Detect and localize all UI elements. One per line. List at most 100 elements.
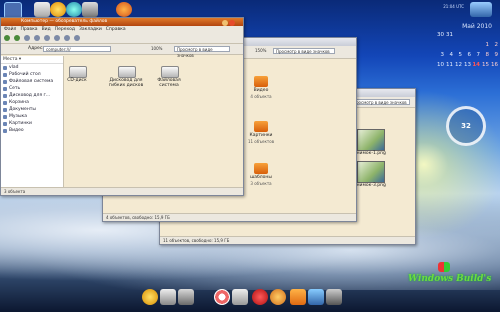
folder-icon[interactable] [254,121,268,132]
menu-item[interactable]: Файл [4,27,16,32]
status-bar: 3 объекта [1,187,243,195]
folder-icon[interactable] [290,289,306,305]
back-icon[interactable] [4,35,10,41]
calendar-day[interactable]: 2 [489,40,499,50]
folder-icon[interactable] [254,163,268,174]
firefox-icon[interactable] [116,2,132,17]
calendar-day[interactable]: 9 [489,50,499,60]
place-icon [3,72,7,77]
zoom-level[interactable]: 150% [253,48,267,54]
calendar-day[interactable]: 3 [435,50,445,60]
address-input[interactable]: computer:/// [43,46,111,52]
mail-icon[interactable] [308,289,324,305]
menu-item[interactable]: Справка [106,27,126,32]
place-icon [3,93,7,98]
calendar-day[interactable]: 31 [444,30,453,40]
sidebar-item-label: Музыка [9,114,27,119]
stop-icon[interactable] [34,35,40,41]
harddisk-icon[interactable] [161,66,179,78]
search-icon[interactable] [74,35,80,41]
folder-count: 4 объекта [250,94,272,99]
calendar-day[interactable] [435,40,444,50]
calendar-day[interactable] [480,30,489,40]
sidebar-item[interactable]: Картинки [1,120,63,127]
calendar-day[interactable] [453,40,462,50]
sidebar-item[interactable]: Корзина [1,99,63,106]
calendar-day[interactable]: 13 [462,60,471,70]
minimize-icon[interactable] [222,20,228,26]
dock [130,286,380,310]
sidebar-item[interactable]: Дисковод для г... [1,92,63,99]
zoom-level[interactable]: 100% [149,46,165,52]
star-icon[interactable] [142,289,158,305]
calendar-day[interactable]: 5 [453,50,463,60]
terminal-icon[interactable] [232,289,248,305]
calendar-day[interactable]: 8 [480,50,490,60]
calendar-day[interactable] [471,30,480,40]
calendar-day[interactable]: 10 [435,60,444,70]
window-computer[interactable]: Компьютер — обозреватель файлов Файл Прав… [0,17,244,196]
sidebar-item[interactable]: Рабочий стол [1,71,63,78]
sidebar-item[interactable]: Файловая система [1,78,63,85]
computer-icon[interactable] [64,35,70,41]
address-label: Адрес: [28,46,44,51]
forward-icon[interactable] [14,35,20,41]
menu-item[interactable]: Вид [42,27,51,32]
status-bar: 4 объектов, свободно: 15,9 ГБ [103,213,356,221]
calendar-day[interactable] [471,40,480,50]
calendar-day[interactable] [453,30,462,40]
brand-text: Windows Build's [408,274,492,284]
clock[interactable]: 21:04 UTC [443,4,464,9]
thumbnail[interactable] [357,129,385,151]
lifebuoy-icon[interactable] [214,289,230,305]
view-select[interactable]: Просмотр в виде значков [174,46,230,58]
cdrom-icon[interactable] [69,66,87,78]
calendar-grid: 30 31 1 2 3 4 5 6 7 8 9 10 11 12 13 14 15 16 [420,30,498,70]
calendar-day[interactable]: 30 [435,30,444,40]
calendar-day[interactable] [462,30,471,40]
trash-icon[interactable] [326,289,342,305]
menu-item[interactable]: Закладки [79,27,102,32]
calendar-day[interactable]: 15 [480,60,489,70]
home-icon[interactable] [54,35,60,41]
sidebar-item[interactable]: Сеть [1,85,63,92]
calendar-day[interactable]: 11 [444,60,453,70]
calendar-day[interactable]: 4 [444,50,454,60]
window-icon[interactable] [160,289,176,305]
view-select[interactable]: Просмотр в виде значков [273,48,335,54]
calendar-day[interactable] [444,40,453,50]
sidebar-item[interactable]: Музыка [1,113,63,120]
close-icon[interactable] [229,20,235,26]
sidebar-item[interactable]: vlad [1,64,63,71]
clock-icon[interactable] [270,289,286,305]
calendar-day[interactable]: 1 [480,40,490,50]
thumbnail[interactable] [357,161,385,183]
folder-icon[interactable] [254,76,268,87]
menu-item[interactable]: Переход [55,27,75,32]
sidebar-item[interactable]: Документы [1,106,63,113]
view-select[interactable]: Просмотр в виде значков [350,99,410,105]
window-icon[interactable] [34,2,50,17]
sidebar-item[interactable]: Видео [1,127,63,134]
menu-item[interactable]: Правка [20,27,37,32]
calendar-day[interactable]: 14 [471,60,480,70]
star-icon[interactable] [50,2,66,17]
calendar-day[interactable]: 6 [462,50,472,60]
tools-icon[interactable] [82,2,98,17]
status-bar: 11 объектов, свободно: 15,9 ГБ [160,236,415,244]
floppy-icon[interactable] [118,66,136,78]
calendar-day[interactable] [462,40,471,50]
reload-icon[interactable] [44,35,50,41]
globe-icon[interactable] [66,2,82,17]
calendar-day[interactable] [489,30,498,40]
stop-icon[interactable] [252,289,268,305]
calendar-day[interactable]: 12 [453,60,462,70]
sidebar-header[interactable]: Места ▾ [1,56,63,64]
window-title[interactable]: Компьютер — обозреватель файлов [1,18,243,26]
up-icon[interactable] [24,35,30,41]
network-icon[interactable] [470,2,492,17]
calendar-day[interactable]: 7 [471,50,481,60]
calendar-day[interactable]: 16 [489,60,498,70]
document-icon[interactable] [178,289,194,305]
sidebar-item-label: Корзина [9,100,29,105]
